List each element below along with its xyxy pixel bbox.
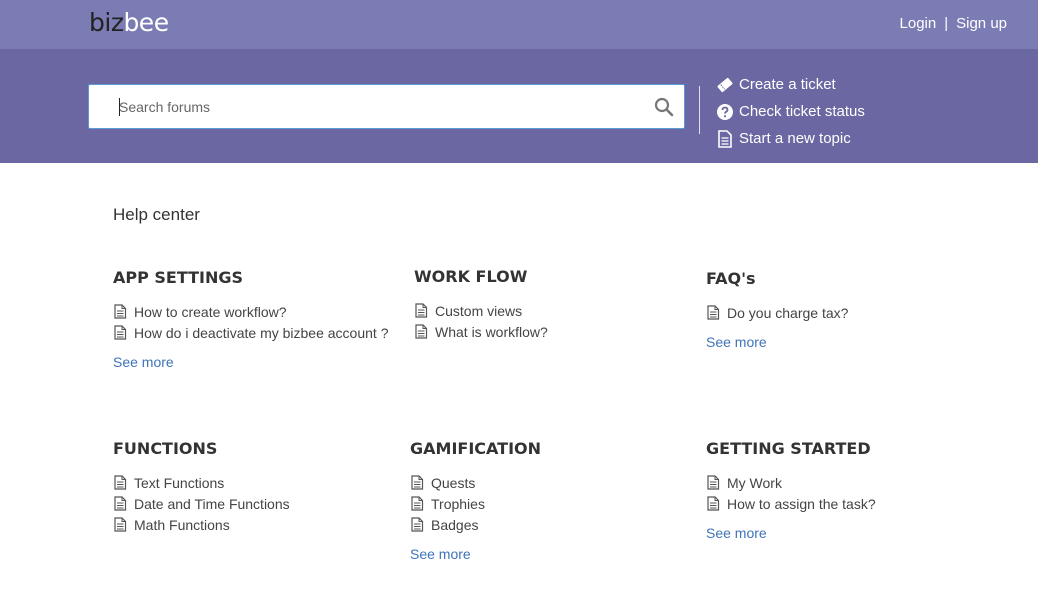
article-title: Do you charge tax? [727,304,849,321]
top-navbar: bizbee Login | Sign up [0,0,1038,49]
article-title: How do i deactivate my bizbee account ? [134,324,389,341]
see-more-link[interactable]: See more [706,334,767,350]
document-icon [411,475,424,490]
article-title: Quests [431,474,476,491]
document-icon [114,496,127,511]
document-icon [114,517,127,532]
auth-links: Login | Sign up [900,15,1007,32]
category-title[interactable]: WORK FLOW [414,267,694,286]
document-icon [718,129,732,148]
article-title: What is workflow? [435,323,548,340]
ticket-icon [717,77,733,92]
article-title: Custom views [435,302,523,319]
question-circle-icon [717,103,733,120]
logo-text-bee: bee [123,8,169,37]
signup-link[interactable]: Sign up [956,15,1007,32]
article-link[interactable]: Badges [410,514,690,535]
check-ticket-status-link[interactable]: Check ticket status [716,98,865,125]
logo-text-biz: biz [89,8,124,37]
article-link[interactable]: How to assign the task? [706,493,986,514]
article-link[interactable]: Math Functions [113,514,393,535]
login-link[interactable]: Login [900,15,937,32]
see-more-link[interactable]: See more [706,525,767,541]
article-title: My Work [727,474,782,491]
article-list: My Work How to assign the task? [706,472,986,514]
document-icon [114,304,127,319]
article-list: How to create workflow? How do i deactiva… [113,301,391,343]
document-icon [707,305,720,320]
article-title: How to create workflow? [134,303,287,320]
category-title[interactable]: GETTING STARTED [706,439,986,458]
article-link[interactable]: Quests [410,472,690,493]
document-icon [411,496,424,511]
article-link[interactable]: Trophies [410,493,690,514]
article-list: Quests Trophies Badges [410,472,690,535]
help-center-title: Help center [113,205,200,224]
article-title: Date and Time Functions [134,495,290,512]
check-ticket-status-label: Check ticket status [739,103,865,120]
ticket-actions: Create a ticket Check ticket status Star… [716,71,865,152]
document-icon [114,325,127,340]
document-icon [707,475,720,490]
start-new-topic-label: Start a new topic [739,130,851,147]
search-input[interactable] [119,96,639,118]
article-link[interactable]: How do i deactivate my bizbee account ? [113,322,391,343]
category-block: GAMIFICATION Quests Trophies Badges See more [410,439,690,564]
category-block: FAQ's Do you charge tax? See more [706,269,986,352]
document-icon [114,475,127,490]
category-title[interactable]: GAMIFICATION [410,439,690,458]
article-link[interactable]: Text Functions [113,472,393,493]
auth-separator: | [944,15,949,32]
category-block: WORK FLOW Custom views What is workflow? [414,267,694,342]
category-title[interactable]: FAQ's [706,269,986,288]
document-icon [707,496,720,511]
article-link[interactable]: Do you charge tax? [706,302,986,323]
article-title: How to assign the task? [727,495,876,512]
article-list: Do you charge tax? [706,302,986,323]
search-banner: Create a ticket Check ticket status Star… [0,49,1038,163]
article-title: Text Functions [134,474,225,491]
category-title[interactable]: FUNCTIONS [113,439,393,458]
document-icon [411,517,424,532]
article-title: Trophies [431,495,485,512]
create-ticket-label: Create a ticket [739,76,836,93]
article-list: Text Functions Date and Time Functions Mat… [113,472,393,535]
article-link[interactable]: Custom views [414,300,694,321]
see-more-link[interactable]: See more [410,546,471,562]
category-title[interactable]: APP SETTINGS [113,268,391,287]
category-block: APP SETTINGS How to create workflow? How d… [113,268,391,372]
article-title: Badges [431,516,479,533]
see-more-link[interactable]: See more [113,354,174,370]
vertical-divider [699,86,700,134]
start-new-topic-link[interactable]: Start a new topic [716,125,865,152]
document-icon [415,324,428,339]
document-icon [415,303,428,318]
text-cursor [119,98,120,116]
category-block: GETTING STARTED My Work How to assign the … [706,439,986,543]
article-link[interactable]: Date and Time Functions [113,493,393,514]
search-icon[interactable] [654,97,674,117]
search-box[interactable] [88,84,685,129]
article-title: Math Functions [134,516,230,533]
category-block: FUNCTIONS Text Functions Date and Time Fun… [113,439,393,535]
article-link[interactable]: How to create workflow? [113,301,391,322]
bizbee-logo[interactable]: bizbee [89,8,169,37]
article-list: Custom views What is workflow? [414,300,694,342]
article-link[interactable]: My Work [706,472,986,493]
article-link[interactable]: What is workflow? [414,321,694,342]
create-ticket-link[interactable]: Create a ticket [716,71,865,98]
